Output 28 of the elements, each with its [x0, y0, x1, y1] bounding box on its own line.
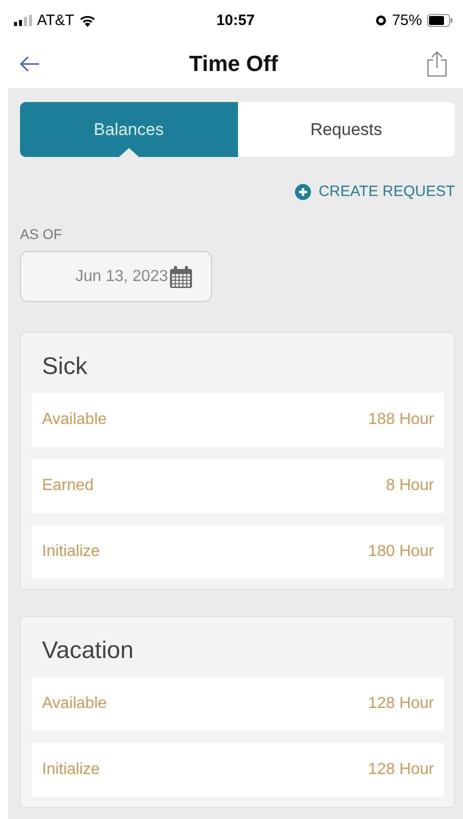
balance-label: Earned — [42, 477, 94, 495]
balance-label: Initialize — [42, 543, 100, 561]
balance-label: Available — [42, 695, 107, 713]
wifi-icon — [79, 14, 96, 26]
status-time: 10:57 — [216, 12, 255, 28]
balance-value: 180 Hour — [368, 543, 434, 561]
tab[interactable]: Balances — [20, 102, 238, 157]
create-request-link[interactable]: CREATE REQUEST — [294, 183, 455, 200]
card-title: Sick — [41, 352, 88, 382]
battery-icon — [426, 14, 453, 26]
carrier-name: AT&T — [37, 12, 74, 28]
balance-value: 128 Hour — [368, 761, 434, 779]
signal-icon — [14, 14, 32, 26]
alarm-icon — [374, 14, 387, 26]
calendar-icon — [169, 264, 193, 288]
balance-value: 8 Hour — [386, 477, 434, 495]
battery-percentage: 75% — [392, 12, 422, 28]
share-icon[interactable] — [426, 51, 447, 77]
plus-circle-icon — [294, 184, 311, 200]
balance-label: Available — [42, 411, 107, 429]
date-field[interactable]: Jun 13, 2023 — [20, 251, 212, 302]
page-title: Time Off — [189, 51, 278, 77]
balance-value: 188 Hour — [368, 411, 434, 429]
as-of-label: AS OF — [20, 226, 64, 242]
balance-label: Initialize — [42, 761, 100, 779]
balance-value: 128 Hour — [368, 695, 434, 713]
back-arrow-icon[interactable] — [20, 56, 40, 72]
card-title: Vacation — [41, 636, 135, 666]
